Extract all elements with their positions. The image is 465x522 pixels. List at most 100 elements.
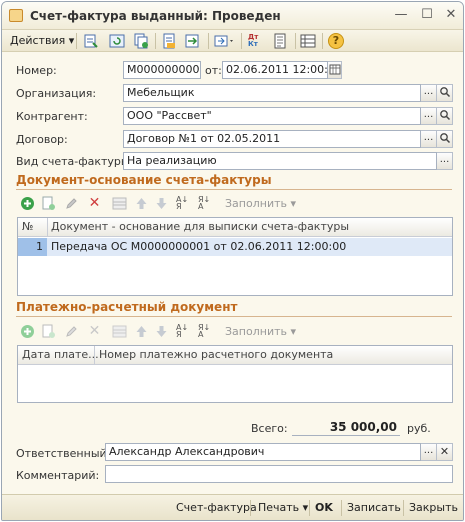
chevron-down-icon: ▾ (290, 325, 297, 338)
responsible-select-button[interactable]: ... (421, 443, 437, 461)
fill-label: Заполнить (225, 325, 287, 338)
counterparty-select-button[interactable]: ... (421, 107, 437, 125)
add-icon[interactable] (20, 324, 35, 339)
edit-icon[interactable] (64, 196, 79, 211)
number-label: Номер: (16, 64, 57, 77)
move-up-icon[interactable] (134, 324, 149, 339)
document-icon (9, 9, 23, 22)
copy-doc-icon[interactable] (133, 33, 149, 49)
bottom-divider (341, 500, 342, 516)
invoice-type-field[interactable]: На реализацию (123, 152, 437, 170)
responsible-field[interactable]: Александр Александрович (105, 443, 421, 461)
toolbar-divider (295, 33, 296, 49)
organization-field[interactable]: Мебельщик (123, 84, 421, 102)
counterparty-label: Контрагент: (16, 110, 88, 123)
fill-menu[interactable]: Заполнить ▾ (225, 325, 296, 338)
sort-descending-icon[interactable]: Я↓ А (198, 324, 213, 339)
edit-icon[interactable] (64, 324, 79, 339)
bottom-divider (250, 500, 251, 516)
sort-ascending-icon[interactable]: А↓ Я (176, 324, 191, 339)
toolbar: Действия ▾ Дт Кт ? (2, 30, 463, 52)
column-header-payment-number[interactable]: Номер платежно расчетного документа (99, 348, 333, 361)
chevron-down-icon: ▾ (68, 34, 75, 47)
table-header: Дата плате... Номер платежно расчетного … (18, 346, 452, 365)
number-field[interactable]: М0000000001 (123, 61, 201, 79)
save-button[interactable]: Записать (347, 501, 401, 514)
delete-icon[interactable]: ✕ (87, 196, 102, 211)
copy-row-icon[interactable] (41, 324, 56, 339)
responsible-clear-button[interactable]: ✕ (437, 443, 453, 461)
print-menu-button[interactable]: Печать ▾ (258, 501, 308, 514)
total-value: 35 000,00 (292, 418, 400, 436)
payment-section-title: Платежно-расчетный документ (16, 300, 238, 314)
dt-kt-icon[interactable]: Дт Кт (248, 33, 264, 49)
payment-section-toolbar: ✕ А↓ Я Я↓ А Заполнить ▾ (18, 322, 318, 342)
chevron-down-icon: ▾ (302, 501, 309, 514)
currency-label: руб. (407, 422, 431, 435)
copy-row-icon[interactable] (41, 196, 56, 211)
contract-search-button[interactable] (437, 130, 453, 148)
toolbar-divider (241, 33, 242, 49)
ok-button[interactable]: OK (315, 501, 333, 514)
fill-label: Заполнить (225, 197, 287, 210)
invoice-type-select-button[interactable]: ... (437, 152, 453, 170)
print-icon[interactable] (272, 33, 288, 49)
contract-select-button[interactable]: ... (421, 130, 437, 148)
section-divider (16, 316, 452, 317)
calendar-icon (329, 64, 340, 75)
table-icon[interactable] (112, 324, 127, 339)
help-icon[interactable]: ? (328, 33, 344, 49)
comment-field[interactable] (105, 465, 453, 483)
delete-icon[interactable]: ✕ (87, 324, 102, 339)
move-icon[interactable] (161, 33, 177, 49)
move-down-icon[interactable] (154, 196, 169, 211)
toolbar-divider (155, 33, 156, 49)
column-header-document[interactable]: Документ - основание для выписки счета-ф… (51, 220, 349, 233)
column-divider (94, 346, 95, 365)
bottom-bar: Счет-фактура Печать ▾ OK Записать Закрыт… (2, 494, 463, 520)
column-header-number[interactable]: № (22, 220, 33, 233)
counterparty-search-button[interactable] (437, 107, 453, 125)
column-header-payment-date[interactable]: Дата плате... (22, 348, 99, 361)
total-label: Всего: (251, 422, 288, 435)
chevron-down-icon: ▾ (290, 197, 297, 210)
post-icon[interactable] (83, 33, 99, 49)
organization-select-button[interactable]: ... (421, 84, 437, 102)
search-icon (439, 133, 450, 144)
close-window-button[interactable]: ✕ (444, 8, 458, 22)
fill-menu[interactable]: Заполнить ▾ (225, 197, 296, 210)
minimize-button[interactable]: — (394, 8, 408, 22)
sort-descending-icon[interactable]: Я↓ А (198, 196, 213, 211)
table-row[interactable]: 1 Передача ОС М0000000001 от 02.06.2011 … (18, 238, 452, 256)
row-document: Передача ОС М0000000001 от 02.06.2011 12… (51, 240, 347, 253)
bottom-divider (403, 500, 404, 516)
actions-menu[interactable]: Действия ▾ (10, 34, 74, 47)
move-up-icon[interactable] (134, 196, 149, 211)
contract-field[interactable]: Договор №1 от 02.05.2011 (123, 130, 421, 148)
goto-icon[interactable] (184, 33, 200, 49)
toolbar-divider (76, 33, 77, 49)
organization-label: Организация: (16, 87, 97, 100)
organization-search-button[interactable] (437, 84, 453, 102)
refresh-icon[interactable] (109, 33, 125, 49)
bottom-divider (309, 500, 310, 516)
structure-icon[interactable] (300, 33, 316, 49)
sort-ascending-icon[interactable]: А↓ Я (176, 196, 191, 211)
invoice-button[interactable]: Счет-фактура (176, 501, 257, 514)
search-icon (439, 110, 450, 121)
maximize-button[interactable]: ☐ (420, 8, 434, 22)
counterparty-field[interactable]: ООО "Рассвет" (123, 107, 421, 125)
close-button[interactable]: Закрыть (409, 501, 458, 514)
arrow-dropdown-icon[interactable] (214, 33, 233, 49)
responsible-label: Ответственный: (16, 447, 111, 460)
add-icon[interactable] (20, 196, 35, 211)
table-icon[interactable] (112, 196, 127, 211)
base-documents-table[interactable]: № Документ - основание для выписки счета… (17, 217, 453, 296)
title-bar: Счет-фактура выданный: Проведен — ☐ ✕ (2, 2, 463, 30)
date-from-label: от: (205, 64, 222, 77)
calendar-button[interactable] (328, 61, 342, 79)
payment-documents-table[interactable]: Дата плате... Номер платежно расчетного … (17, 345, 453, 403)
move-down-icon[interactable] (154, 324, 169, 339)
base-section-title: Документ-основание счета-фактуры (16, 173, 272, 187)
date-field[interactable]: 02.06.2011 12:00:00 (222, 61, 328, 79)
